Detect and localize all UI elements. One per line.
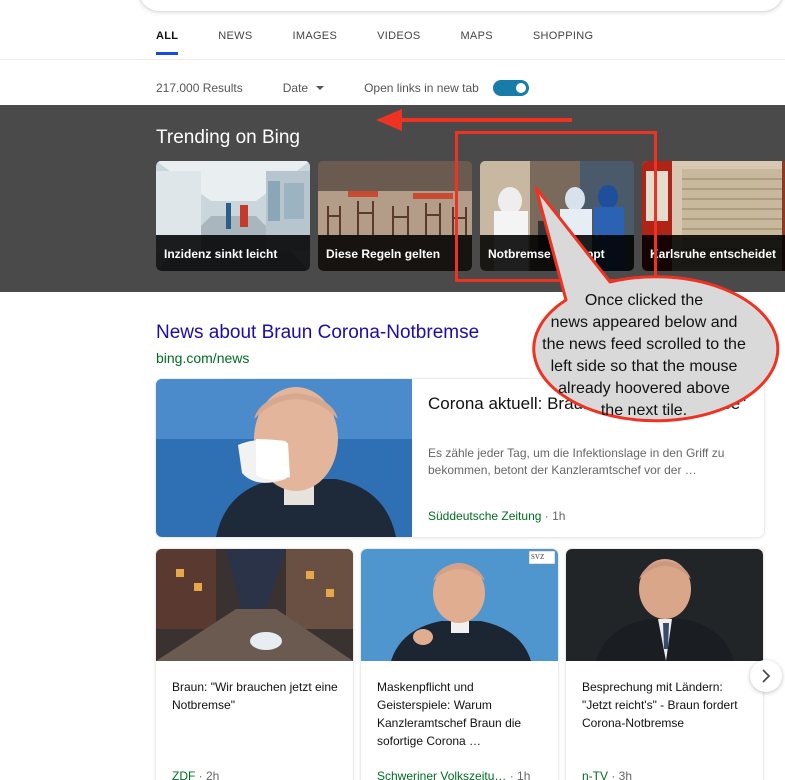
annotation-arrow-left-icon xyxy=(376,109,572,131)
svz-badge: SVZ xyxy=(531,553,545,561)
date-filter-dropdown[interactable]: Date xyxy=(282,81,325,95)
annotation-text: Once clicked the news appeared below and… xyxy=(542,292,746,419)
main-news-snippet: Es zähle jeder Tag, um die Infektionslag… xyxy=(428,446,725,477)
trending-tile-karlsruhe[interactable]: Karlsruhe entscheidet xyxy=(642,161,785,271)
news-card-time: · 3h xyxy=(608,769,633,780)
vertical-tabs: ALL NEWS IMAGES VIDEOS MAPS SHOPPING xyxy=(156,30,633,58)
news-card-ntv[interactable]: Besprechung mit Ländern: "Jetzt reicht's… xyxy=(566,549,763,780)
news-card-source: Schweriner Volkszeitu… xyxy=(377,769,507,780)
news-section-title[interactable]: News about Braun Corona-Notbremse xyxy=(156,322,479,344)
trending-carousel: Trending on Bing Inzidenz sinkt leicht D… xyxy=(0,105,785,292)
annotation-highlight-box xyxy=(455,131,657,282)
man-portrait-image xyxy=(566,549,763,661)
tab-videos[interactable]: VIDEOS xyxy=(377,30,420,58)
news-card-time: · 1h xyxy=(506,769,531,780)
news-source-link[interactable]: bing.com/news xyxy=(156,350,249,366)
tabs-divider xyxy=(0,59,785,60)
filter-bar: 217.000 Results Date Open links in new t… xyxy=(156,80,529,96)
trending-tile-regeln[interactable]: Diese Regeln gelten xyxy=(318,161,472,271)
trending-tile-label: Diese Regeln gelten xyxy=(318,235,472,271)
news-card-zdf[interactable]: Braun: "Wir brauchen jetzt eine Notbrems… xyxy=(156,549,353,780)
chevron-right-icon xyxy=(762,669,771,683)
main-news-source: Süddeutsche Zeitung xyxy=(428,509,542,523)
tab-all[interactable]: ALL xyxy=(156,30,179,58)
results-count: 217.000 Results xyxy=(156,81,243,95)
trending-tile-inzidenz[interactable]: Inzidenz sinkt leicht xyxy=(156,161,310,271)
news-card-headline[interactable]: Besprechung mit Ländern: "Jetzt reicht's… xyxy=(582,678,752,732)
news-card-source: ZDF xyxy=(172,769,196,780)
search-box[interactable] xyxy=(138,0,784,12)
news-card-meta: n-TV · 3h xyxy=(582,769,632,780)
trending-title: Trending on Bing xyxy=(156,127,301,148)
news-card-headline[interactable]: Maskenpflicht und Geisterspiele: Warum K… xyxy=(377,678,547,750)
man-speaking-image xyxy=(361,549,558,661)
man-with-mask-image xyxy=(156,379,412,537)
tab-news[interactable]: NEWS xyxy=(218,30,252,58)
tab-shopping[interactable]: SHOPPING xyxy=(533,30,593,58)
empty-street-mask-image xyxy=(156,549,353,661)
news-card-headline[interactable]: Braun: "Wir brauchen jetzt eine Notbrems… xyxy=(172,678,342,714)
trending-tile-label: Inzidenz sinkt leicht xyxy=(156,235,310,271)
news-card-time: · 2h xyxy=(195,769,220,780)
open-new-tab-toggle[interactable] xyxy=(492,80,529,96)
news-carousel-next-button[interactable] xyxy=(750,660,782,692)
news-card-meta: ZDF · 2h xyxy=(172,769,219,780)
toggle-switch-icon xyxy=(515,83,526,93)
open-new-tab-label: Open links in new tab xyxy=(364,81,479,95)
date-filter-label: Date xyxy=(282,81,309,95)
news-card-source: n-TV xyxy=(582,769,609,780)
tab-images[interactable]: IMAGES xyxy=(293,30,338,58)
news-card-svz[interactable]: SVZ Maskenpflicht und Geisterspiele: War… xyxy=(361,549,558,780)
main-news-meta: Süddeutsche Zeitung · 1h xyxy=(428,509,565,523)
caret-down-icon xyxy=(316,86,325,90)
tab-maps[interactable]: MAPS xyxy=(460,30,492,58)
news-card-meta: Schweriner Volkszeitu… · 1h xyxy=(377,769,530,780)
main-news-time: · 1h xyxy=(541,509,566,523)
trending-tile-label: Karlsruhe entscheidet xyxy=(642,235,785,271)
